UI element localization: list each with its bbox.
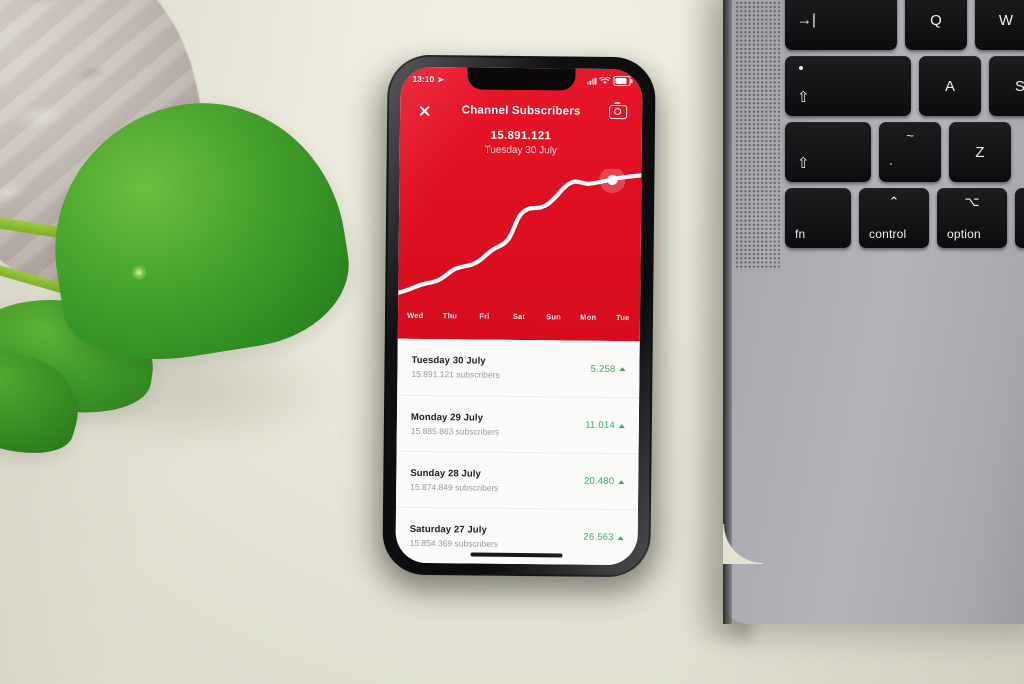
key-control[interactable]: ⌃ control bbox=[859, 188, 929, 248]
subscriber-chart[interactable] bbox=[398, 166, 642, 304]
laptop-corner bbox=[723, 524, 763, 564]
row-subscribers: 15.854.369 subscribers bbox=[409, 537, 499, 549]
trend-up-icon bbox=[618, 423, 625, 428]
axis-label-sun: Sun bbox=[546, 311, 562, 321]
key-label: control bbox=[869, 227, 907, 241]
backtick-label: ` bbox=[889, 161, 894, 175]
key-label: Z bbox=[975, 143, 985, 161]
delta-value: 26.563 bbox=[583, 531, 614, 544]
key-label: Q bbox=[930, 11, 942, 29]
row-info: Monday 29 July 15.885.863 subscribers bbox=[411, 411, 500, 436]
trend-up-icon bbox=[617, 535, 624, 540]
key-option[interactable]: ⌥ option bbox=[937, 188, 1007, 248]
option-glyph-icon: ⌥ bbox=[964, 194, 980, 209]
battery-icon bbox=[613, 76, 631, 86]
row-delta: 20.480 bbox=[583, 475, 625, 488]
location-arrow-icon: ➤ bbox=[437, 74, 444, 84]
phone-notch bbox=[467, 67, 576, 91]
close-icon bbox=[418, 103, 431, 116]
row-delta: 11.014 bbox=[585, 420, 625, 431]
delta-value: 11.014 bbox=[585, 419, 615, 432]
tilde-label: ~ bbox=[906, 128, 914, 143]
key-z[interactable]: Z bbox=[949, 122, 1011, 182]
row-day-label: Monday 29 July bbox=[410, 411, 484, 424]
key-q[interactable]: Q bbox=[905, 0, 967, 50]
chart-x-axis: Wed Thu Fri Sat Sun Mon Tue bbox=[398, 305, 640, 328]
axis-label-fri: Fri bbox=[479, 311, 490, 321]
key-shift[interactable]: ⇧ bbox=[785, 122, 871, 182]
list-item[interactable]: Sunday 28 July 15.874.849 subscribers 20… bbox=[395, 450, 639, 510]
axis-label-thu: Thu bbox=[442, 310, 458, 320]
hero-panel: 13:10 ➤ Channel Subscribers 15.891.121 T… bbox=[397, 66, 643, 342]
delta-value: 5.258 bbox=[590, 363, 616, 375]
key-fn[interactable]: fn bbox=[785, 188, 851, 248]
status-left: 13:10 ➤ bbox=[412, 74, 444, 84]
axis-label-sat: Sat bbox=[512, 311, 526, 321]
list-item[interactable]: Monday 29 July 15.885.863 subscribers 11… bbox=[396, 394, 640, 454]
shift-arrow-icon: ⇧ bbox=[797, 155, 810, 172]
close-button[interactable] bbox=[414, 100, 434, 120]
signal-bars-icon bbox=[587, 77, 597, 85]
status-right bbox=[587, 76, 631, 86]
key-command[interactable] bbox=[1015, 188, 1024, 248]
hero-stats: 15.891.121 Tuesday 30 July bbox=[400, 129, 642, 158]
control-caret-icon: ⌃ bbox=[888, 194, 900, 209]
key-label: A bbox=[944, 77, 955, 95]
row-day-label: Tuesday 30 July bbox=[411, 354, 486, 367]
daily-stats-list[interactable]: Tuesday 30 July 15.891.121 subscribers 5… bbox=[395, 338, 640, 566]
key-label: W bbox=[998, 11, 1014, 29]
row-day-label: Saturday 27 July bbox=[409, 523, 487, 536]
key-w[interactable]: W bbox=[975, 0, 1024, 50]
phone-screen[interactable]: 13:10 ➤ Channel Subscribers 15.891.121 T… bbox=[395, 66, 643, 566]
row-delta: 26.563 bbox=[583, 531, 624, 544]
camera-button[interactable] bbox=[608, 102, 628, 122]
capslock-arrow-icon: ⇧ bbox=[797, 89, 810, 106]
selected-date: Tuesday 30 July bbox=[484, 144, 558, 157]
leaf-highlight bbox=[131, 264, 148, 281]
chart-line-path bbox=[398, 173, 642, 295]
wifi-icon bbox=[599, 76, 611, 85]
desk-scene: →| Q W ⇧ A S ⇧ ~ ` Z fn ⌃ control ⌥ opti… bbox=[0, 0, 1024, 684]
trend-up-icon bbox=[618, 479, 625, 484]
row-delta: 5.258 bbox=[590, 363, 626, 375]
list-item[interactable]: Tuesday 30 July 15.891.121 subscribers 5… bbox=[397, 338, 640, 398]
capslock-indicator-icon bbox=[799, 66, 803, 70]
smartphone: 13:10 ➤ Channel Subscribers 15.891.121 T… bbox=[382, 54, 656, 578]
row-info: Sunday 28 July 15.874.849 subscribers bbox=[410, 467, 499, 492]
page-title: Channel Subscribers bbox=[461, 104, 581, 118]
keyboard[interactable]: →| Q W ⇧ A S ⇧ ~ ` Z fn ⌃ control ⌥ opti… bbox=[785, 0, 1024, 276]
row-subscribers: 15.891.121 subscribers bbox=[411, 368, 500, 380]
axis-label-wed: Wed bbox=[407, 310, 424, 320]
axis-label-tue: Tue bbox=[616, 312, 630, 322]
row-info: Tuesday 30 July 15.891.121 subscribers bbox=[411, 355, 500, 380]
axis-label-mon: Mon bbox=[580, 312, 597, 322]
delta-value: 20.480 bbox=[583, 475, 615, 488]
row-info: Saturday 27 July 15.854.369 subscribers bbox=[410, 523, 499, 548]
trend-up-icon bbox=[619, 367, 626, 372]
camera-icon bbox=[609, 104, 628, 120]
key-label: S bbox=[1014, 77, 1024, 95]
key-label: fn bbox=[795, 227, 806, 241]
key-backtick[interactable]: ~ ` bbox=[879, 122, 941, 182]
tab-arrow-icon: →| bbox=[797, 11, 816, 29]
status-time: 13:10 bbox=[412, 73, 435, 85]
key-label: option bbox=[947, 227, 981, 241]
chart-svg bbox=[398, 166, 642, 295]
key-capslock[interactable]: ⇧ bbox=[785, 56, 911, 116]
speaker-grille bbox=[735, 0, 781, 270]
row-subscribers: 15.874.849 subscribers bbox=[410, 481, 499, 493]
key-a[interactable]: A bbox=[919, 56, 981, 116]
row-subscribers: 15.885.863 subscribers bbox=[410, 425, 500, 437]
macbook-body: →| Q W ⇧ A S ⇧ ~ ` Z fn ⌃ control ⌥ opti… bbox=[723, 0, 1024, 624]
row-day-label: Sunday 28 July bbox=[410, 467, 481, 480]
key-s[interactable]: S bbox=[989, 56, 1024, 116]
subscriber-count: 15.891.121 bbox=[490, 129, 552, 143]
key-tab[interactable]: →| bbox=[785, 0, 897, 50]
nav-bar: Channel Subscribers bbox=[400, 95, 642, 128]
